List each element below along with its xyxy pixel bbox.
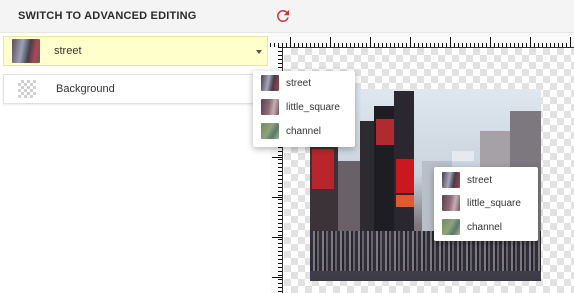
option-label: little_square (286, 101, 340, 113)
layer-image-dropdown: street little_square channel (253, 71, 355, 147)
street-thumbnail-icon (261, 75, 279, 91)
canvas-option-street[interactable]: street (434, 168, 538, 192)
canvas-option-little-square[interactable]: little_square (434, 191, 538, 215)
layer-row-background[interactable]: Background (3, 74, 268, 104)
street-thumbnail-icon (12, 39, 40, 63)
layer-label: Background (56, 83, 115, 95)
layer-label: street (54, 45, 82, 57)
canvas-option-channel[interactable]: channel (434, 215, 538, 239)
dropdown-option-little-square[interactable]: little_square (253, 95, 355, 119)
option-label: street (467, 174, 493, 186)
layer-row-street[interactable]: street (3, 36, 268, 66)
option-label: channel (467, 221, 503, 233)
dropdown-option-street[interactable]: street (253, 71, 355, 95)
canvas-image-menu: street little_square channel (434, 167, 538, 241)
refresh-icon[interactable] (274, 7, 292, 25)
checkerboard-icon (18, 80, 36, 98)
option-label: little_square (467, 197, 521, 209)
layers-panel: street Background (0, 33, 270, 293)
channel-thumbnail-icon (261, 123, 279, 139)
dropdown-option-channel[interactable]: channel (253, 119, 355, 143)
little-square-thumbnail-icon (442, 195, 460, 211)
top-bar: SWITCH TO ADVANCED EDITING (0, 0, 574, 33)
little-square-thumbnail-icon (261, 99, 279, 115)
horizontal-ruler (270, 33, 574, 48)
option-label: channel (286, 125, 322, 137)
street-thumbnail-icon (442, 172, 460, 188)
option-label: street (286, 77, 312, 89)
chevron-down-icon[interactable] (256, 50, 262, 54)
switch-advanced-editing-button[interactable]: SWITCH TO ADVANCED EDITING (18, 10, 197, 22)
channel-thumbnail-icon (442, 219, 460, 235)
